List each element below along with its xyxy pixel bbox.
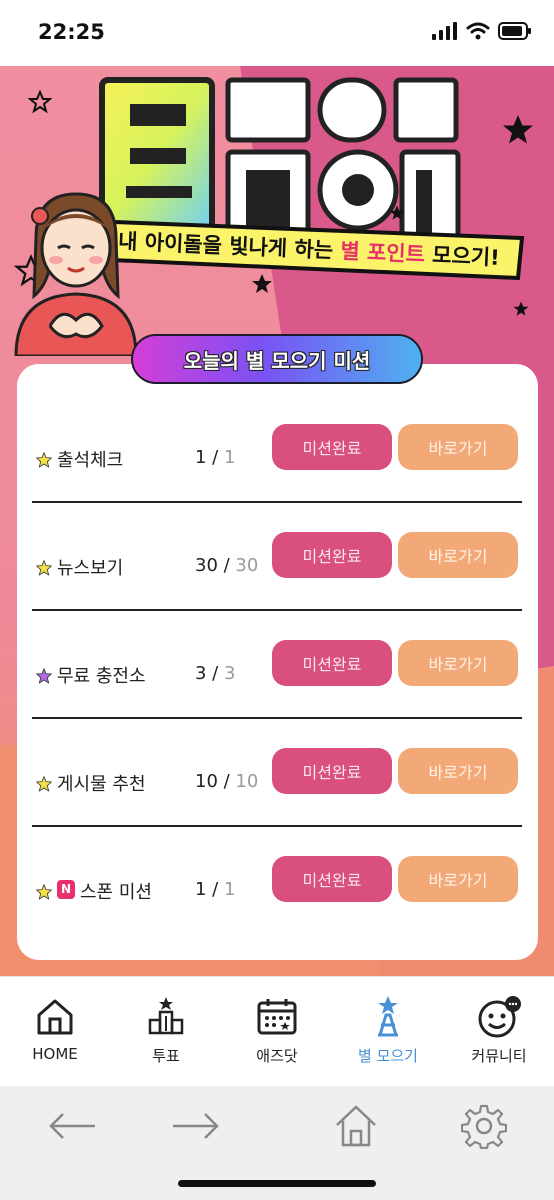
progress-current: 1 [195,879,207,900]
progress-separator: / [206,879,224,900]
go-shortcut-button[interactable]: 바로가기 [398,532,518,578]
tab-star-collect[interactable]: 별 모으기 [333,977,443,1087]
status-bar: 22:25 [0,0,554,66]
progress-separator: / [206,447,224,468]
mission-name: 출석체크 [57,450,124,471]
tab-calendar[interactable]: 애즈닷 [222,977,332,1087]
outline-star-icon [28,90,52,114]
star-icon [36,776,52,792]
tab-label: HOME [32,1045,78,1063]
mission-complete-button[interactable]: 미션완료 [272,532,392,578]
progress-separator: / [217,771,236,792]
tab-label: 애즈닷 [256,1047,298,1065]
star-icon [36,560,52,576]
mission-card: 출석체크 1 / 1 미션완료 바로가기 뉴스보기 30 / 30 미션완료 바로가기 무료 충… [17,364,538,960]
browser-home-button[interactable] [326,1096,386,1156]
mission-name: 스폰 미션 [80,882,152,903]
battery-icon [498,22,531,40]
go-shortcut-button[interactable]: 바로가기 [398,856,518,902]
progress-total: 3 [223,663,236,684]
mission-progress: 3 / 3 [195,663,235,684]
vote-building-icon [148,997,184,1035]
star-icon [36,452,52,468]
banner-suffix: 모으기! [431,242,501,270]
forward-button[interactable] [166,1096,226,1156]
black-star-icon [503,115,533,144]
mission-row: 무료 충전소 3 / 3 미션완료 바로가기 [17,640,538,748]
row-divider [32,609,522,611]
progress-separator: / [217,555,236,576]
go-shortcut-button[interactable]: 바로가기 [398,748,518,794]
bottom-tab-bar: HOME 투표 애즈닷 별 모으기 커뮤니티 [0,976,554,1086]
mission-row: 뉴스보기 30 / 30 미션완료 바로가기 [17,532,538,640]
progress-current: 3 [195,663,207,684]
arrow-left-icon [49,1113,95,1139]
status-icons [432,22,532,40]
home-indicator [178,1180,376,1187]
row-divider [32,825,522,827]
arrow-right-icon [173,1113,219,1139]
gear-icon [461,1104,507,1149]
mission-name: 뉴스보기 [57,558,124,579]
mission-row: 게시물 추천 10 / 10 미션완료 바로가기 [17,748,538,856]
cellular-signal-icon [432,22,457,40]
tab-community[interactable]: 커뮤니티 [444,977,554,1087]
mission-progress: 1 / 1 [195,879,235,900]
settings-button[interactable] [454,1096,514,1156]
go-shortcut-button[interactable]: 바로가기 [398,640,518,686]
mission-progress: 1 / 1 [195,447,235,468]
tab-label: 투표 [152,1047,180,1065]
progress-total: 1 [223,879,236,900]
mission-complete-button[interactable]: 미션완료 [272,748,392,794]
mission-name: 게시물 추천 [57,774,146,795]
row-divider [32,717,522,719]
progress-total: 1 [223,447,236,468]
mission-progress: 10 / 10 [195,771,258,792]
mission-title: 오늘의 별 모으기 미션 [183,348,371,373]
browser-nav-bar [0,1086,554,1200]
tab-home[interactable]: HOME [0,977,110,1087]
star-tower-icon [378,996,398,1037]
tab-label: 커뮤니티 [471,1047,527,1065]
mission-title-pill: 오늘의 별 모으기 미션 [131,334,423,384]
mission-progress: 30 / 30 [195,555,258,576]
star-icon [36,668,52,684]
progress-separator: / [206,663,224,684]
progress-current: 30 [195,555,218,576]
calendar-icon [257,999,297,1035]
progress-current: 1 [195,447,207,468]
mascot-girl-illustration [14,192,138,356]
row-divider [32,501,522,503]
new-badge: N [57,880,75,899]
wifi-icon [466,22,490,40]
mission-row: 출석체크 1 / 1 미션완료 바로가기 [17,424,538,532]
small-black-star-icon [513,301,529,316]
home-icon [37,999,73,1035]
mission-complete-button[interactable]: 미션완료 [272,640,392,686]
mission-complete-button[interactable]: 미션완료 [272,424,392,470]
progress-current: 10 [195,771,218,792]
banner-highlight: 별 포인트 [339,238,426,267]
smiley-chat-icon [478,996,521,1038]
tab-vote[interactable]: 투표 [111,977,221,1087]
mission-name: 무료 충전소 [57,666,146,687]
progress-total: 10 [235,771,259,792]
progress-total: 30 [235,555,259,576]
tab-label: 별 모으기 [358,1047,418,1065]
house-outline-icon [336,1105,376,1147]
mission-row: N 스폰 미션 1 / 1 미션완료 바로가기 [17,856,538,964]
status-time: 22:25 [38,20,105,44]
star-icon [36,884,52,900]
mission-complete-button[interactable]: 미션완료 [272,856,392,902]
back-button[interactable] [42,1096,102,1156]
go-shortcut-button[interactable]: 바로가기 [398,424,518,470]
